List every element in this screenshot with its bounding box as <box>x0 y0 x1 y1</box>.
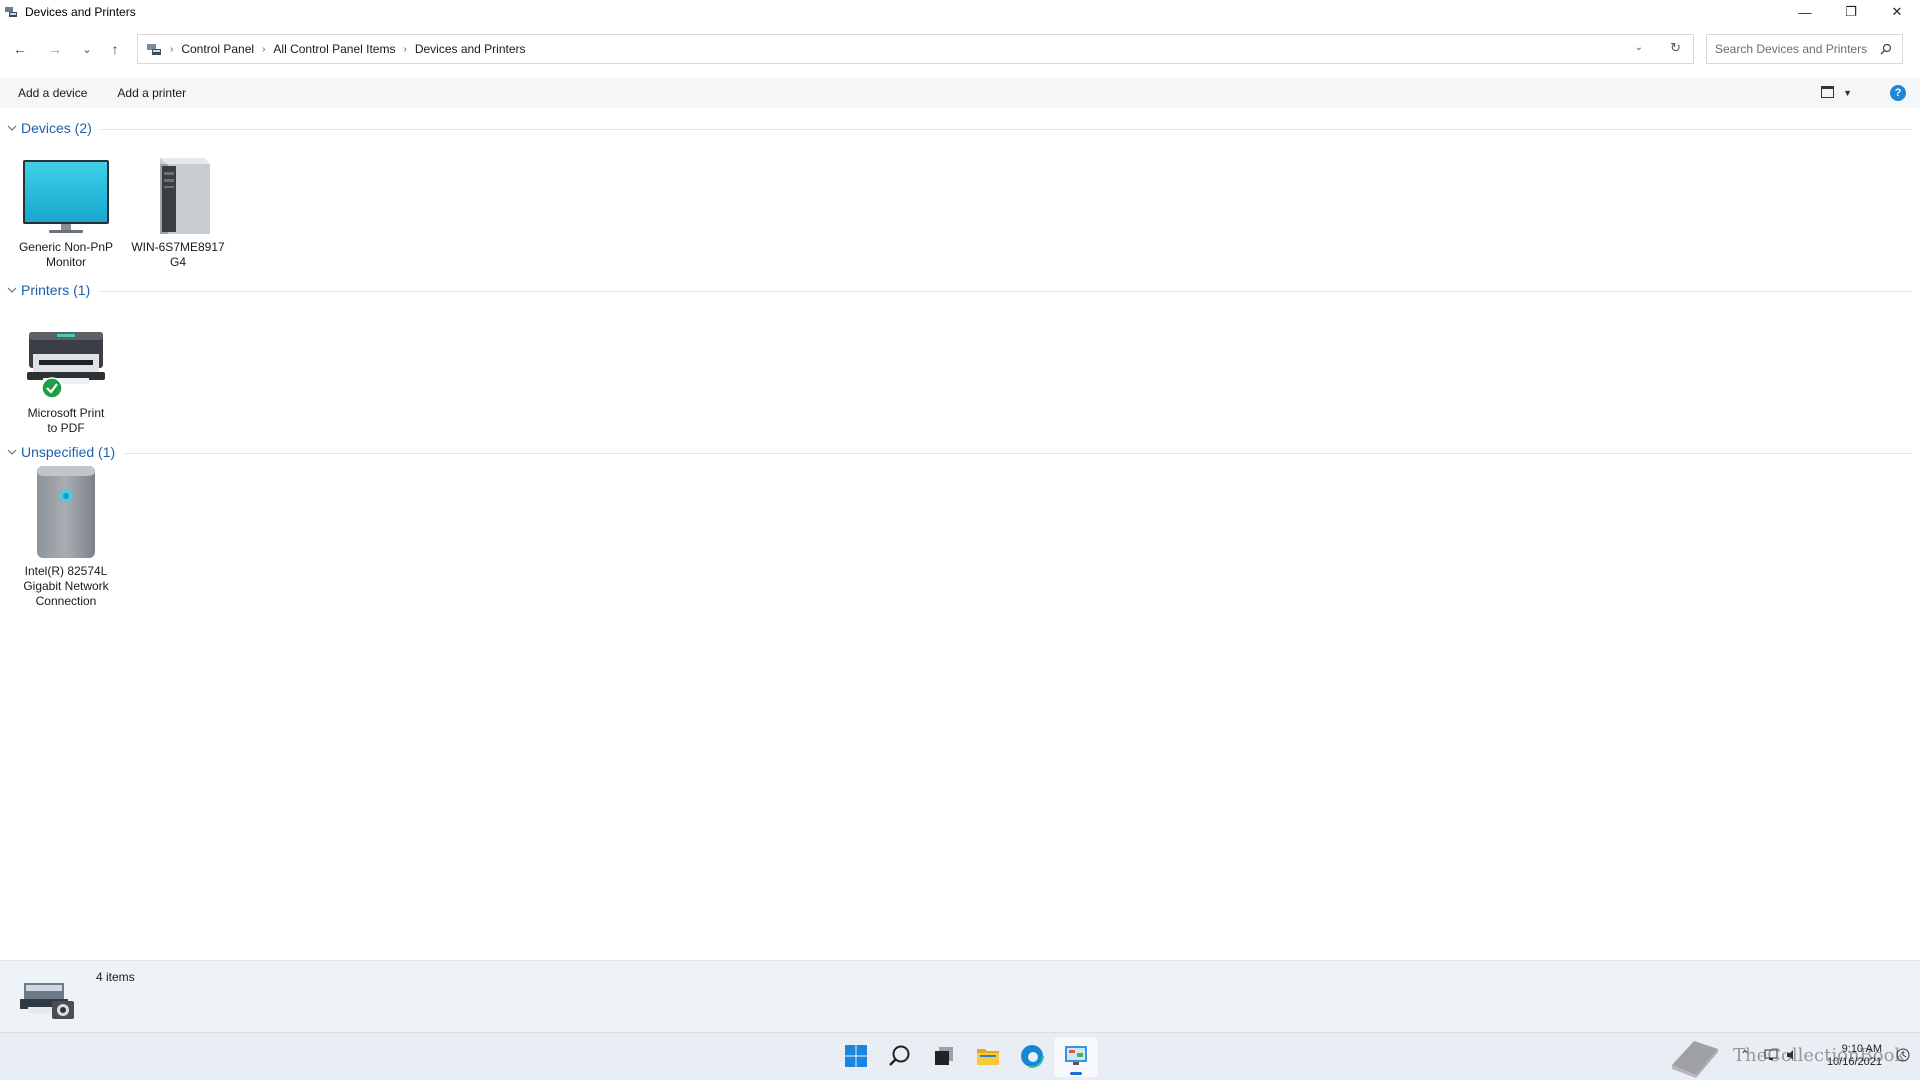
breadcrumb-control-panel[interactable]: Control Panel <box>181 42 254 56</box>
close-button[interactable]: ✕ <box>1874 0 1920 24</box>
printer-icon <box>11 310 121 400</box>
back-arrow-icon: ← <box>13 41 27 57</box>
up-button[interactable]: ↑ <box>104 38 126 60</box>
chevron-down-icon[interactable] <box>6 284 18 296</box>
group-title-printers: Printers (1) <box>21 282 91 298</box>
refresh-icon[interactable]: ↻ <box>1670 40 1681 56</box>
default-printer-check-icon <box>41 377 63 402</box>
command-bar: Add a device Add a printer ▼ ? <box>0 78 1920 108</box>
devices-and-printers-icon <box>18 977 78 1026</box>
forward-arrow-icon: → <box>48 41 62 57</box>
taskbar: ⌃ 9:10 AM 10/16/2021 TheCollectionBook <box>0 1032 1920 1080</box>
up-arrow-icon: ↑ <box>111 41 119 57</box>
monitor-icon <box>11 148 121 238</box>
control-panel-taskbar-button[interactable] <box>1054 1037 1098 1077</box>
view-dropdown-icon[interactable]: ▼ <box>1843 88 1852 98</box>
watermark: TheCollectionBook <box>1668 1031 1908 1080</box>
group-divider <box>98 290 1912 292</box>
restore-button[interactable]: ❐ <box>1828 0 1874 24</box>
book-icon <box>1668 1035 1722 1080</box>
status-bar: 4 items <box>0 960 1920 1032</box>
address-bar[interactable]: › Control Panel › All Control Panel Item… <box>137 34 1694 64</box>
search-icon <box>888 1044 912 1071</box>
title-bar: Devices and Printers — ❐ ✕ <box>0 0 1920 24</box>
chevron-right-icon: › <box>403 43 407 55</box>
device-tile-monitor[interactable]: Generic Non-PnP Monitor <box>11 148 121 270</box>
chevron-right-icon: › <box>170 43 174 55</box>
search-input[interactable] <box>1715 42 1875 56</box>
device-tile-network-connection[interactable]: Intel(R) 82574L Gigabit Network Connecti… <box>11 466 121 609</box>
address-dropdown-icon[interactable]: ⌄ <box>1635 42 1643 53</box>
printer-tile-microsoft-print-to-pdf[interactable]: Microsoft Print to PDF <box>11 310 121 436</box>
chevron-down-icon[interactable] <box>6 446 18 458</box>
help-button[interactable]: ? <box>1890 85 1906 101</box>
view-icon <box>1821 85 1835 101</box>
group-divider <box>123 452 1912 454</box>
navigation-bar: ← → ⌄ ↑ › Control Panel › All Control Pa… <box>0 32 1920 68</box>
minimize-button[interactable]: — <box>1782 0 1828 24</box>
network-device-icon <box>11 466 121 560</box>
control-panel-icon <box>1064 1045 1088 1070</box>
computer-tower-icon <box>123 148 233 238</box>
taskbar-search-button[interactable] <box>878 1037 922 1077</box>
devices-and-printers-icon <box>3 4 19 20</box>
device-tile-computer[interactable]: WIN-6S7ME8917 G4 <box>123 148 233 270</box>
file-explorer-button[interactable] <box>966 1037 1010 1077</box>
task-view-icon <box>933 1045 955 1070</box>
back-button[interactable]: ← <box>9 38 31 60</box>
breadcrumb-devices-and-printers[interactable]: Devices and Printers <box>415 42 526 56</box>
recent-locations-button[interactable]: ⌄ <box>76 38 98 60</box>
edge-browser-button[interactable] <box>1010 1037 1054 1077</box>
edge-icon <box>1020 1043 1044 1071</box>
change-view-button[interactable]: ▼ <box>1821 85 1852 101</box>
chevron-right-icon: › <box>262 43 266 55</box>
watermark-text: TheCollectionBook <box>1733 1045 1906 1066</box>
add-printer-button[interactable]: Add a printer <box>117 82 186 104</box>
window-title: Devices and Printers <box>25 5 136 19</box>
device-label: Generic Non-PnP Monitor <box>18 240 114 269</box>
breadcrumb-all-control-panel-items[interactable]: All Control Panel Items <box>273 42 395 56</box>
windows-start-icon <box>844 1044 868 1071</box>
item-count: 4 items <box>96 970 135 984</box>
control-panel-icon <box>146 41 162 57</box>
group-divider <box>99 128 1912 130</box>
chevron-down-icon[interactable] <box>6 122 18 134</box>
printer-label: Microsoft Print to PDF <box>27 406 105 435</box>
file-explorer-icon <box>976 1045 1000 1070</box>
group-title-unspecified: Unspecified (1) <box>21 444 116 460</box>
group-title-devices: Devices (2) <box>21 120 92 136</box>
task-view-button[interactable] <box>922 1037 966 1077</box>
forward-button[interactable]: → <box>44 38 66 60</box>
group-header-devices[interactable]: Devices (2) <box>0 118 1912 138</box>
device-label: Intel(R) 82574L Gigabit Network Connecti… <box>23 564 109 608</box>
search-icon[interactable] <box>1880 43 1892 58</box>
start-button[interactable] <box>834 1037 878 1077</box>
chevron-down-icon: ⌄ <box>82 43 92 56</box>
group-header-unspecified[interactable]: Unspecified (1) <box>0 442 1912 462</box>
device-label: WIN-6S7ME8917 G4 <box>131 240 225 269</box>
add-device-button[interactable]: Add a device <box>18 82 87 104</box>
search-box[interactable] <box>1706 34 1903 64</box>
group-header-printers[interactable]: Printers (1) <box>0 280 1912 300</box>
